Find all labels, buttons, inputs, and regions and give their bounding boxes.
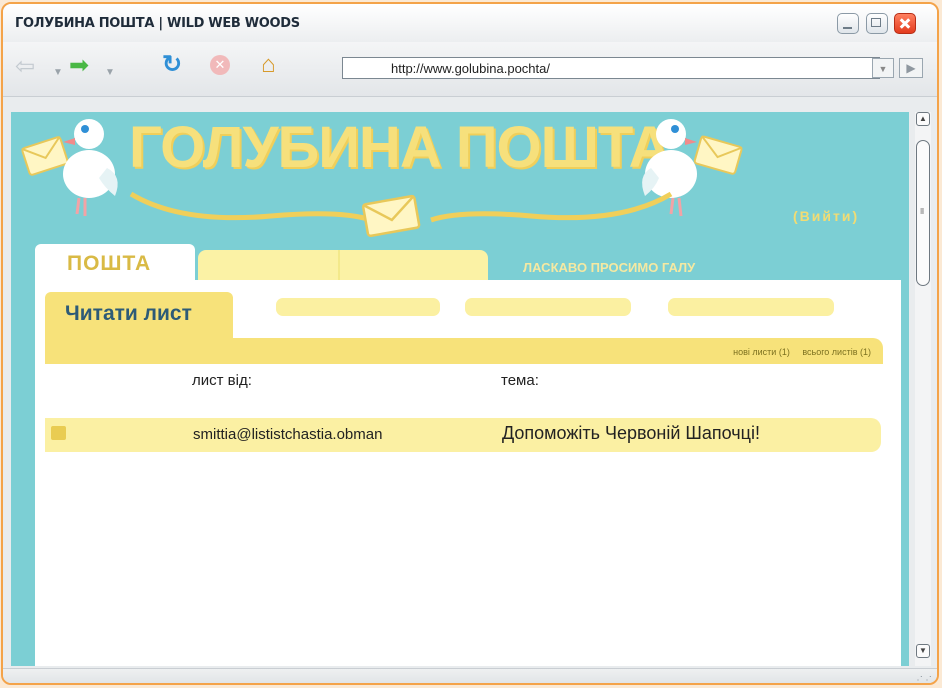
title-bar: ГОЛУБИНА ПОШТА | WILD WEB WOODS (3, 4, 937, 42)
home-icon[interactable]: ⌂ (261, 52, 276, 78)
refresh-icon[interactable]: ↻ (162, 52, 182, 78)
address-bar[interactable]: http://www.golubina.pochta/ (342, 57, 880, 79)
tab-blank[interactable] (198, 250, 488, 280)
site-banner: ГОЛУБИНА ПОШТА (Вийти) (11, 112, 909, 240)
pigeon-left-icon (21, 119, 118, 216)
minimize-button[interactable] (837, 13, 859, 34)
tab-mail-label: ПОШТА (67, 252, 152, 275)
envelope-icon (362, 194, 421, 238)
page-viewport: ГОЛУБИНА ПОШТА (Вийти) ПОШТА ЛАСКАВО ПРО… (11, 112, 909, 666)
mail-sender: smittia@lististchastia.obman (193, 426, 383, 443)
mail-subject: Допоможіть Червоній Шапочці! (502, 423, 760, 443)
vertical-scrollbar[interactable]: ▲ ≡ ≡ ▼ (915, 112, 931, 666)
tab-placeholder-1[interactable] (276, 298, 440, 316)
counter-bar: нові листи (1) всього листів (1) (45, 338, 883, 364)
browser-toolbar: ⇦ ▼ ➡ ▼ ↻ ✕ ⌂ http://www.golubina.pochta… (3, 42, 937, 97)
main-tab-bar: ПОШТА ЛАСКАВО ПРОСИМО ГАЛУ (35, 244, 905, 282)
logout-link[interactable]: (Вийти) (793, 208, 859, 224)
welcome-text: ЛАСКАВО ПРОСИМО ГАЛУ (523, 260, 696, 275)
browser-window: ГОЛУБИНА ПОШТА | WILD WEB WOODS ⇦ ▼ ➡ ▼ … (1, 2, 939, 685)
status-bar: ⋰⋰ (3, 668, 937, 683)
window-title: ГОЛУБИНА ПОШТА | WILD WEB WOODS (15, 16, 300, 31)
forward-dropdown-icon[interactable]: ▼ (105, 60, 115, 86)
stop-icon[interactable]: ✕ (210, 55, 230, 75)
maximize-button[interactable] (866, 13, 888, 34)
mail-counters: нові листи (1) всього листів (1) (723, 347, 871, 357)
go-icon[interactable]: ▶ (899, 58, 923, 78)
tab-read-letter-label: Читати лист (65, 302, 192, 325)
tab-placeholder-3[interactable] (668, 298, 834, 316)
table-row[interactable]: smittia@lististchastia.obman Допоможіть … (45, 418, 881, 452)
total-mail-count[interactable]: всього листів (1) (802, 347, 871, 357)
site-logo: ГОЛУБИНА ПОШТА (129, 115, 671, 180)
back-dropdown-icon[interactable]: ▼ (53, 60, 63, 86)
column-header-from: лист від: (192, 372, 252, 389)
tab-read-letter[interactable]: Читати лист (45, 292, 233, 338)
forward-icon[interactable]: ➡ (69, 53, 89, 79)
scroll-thumb[interactable]: ≡ ≡ (916, 140, 930, 286)
tab-divider (338, 250, 340, 280)
scroll-down-icon[interactable]: ▼ (916, 644, 930, 658)
tab-placeholder-2[interactable] (465, 298, 631, 316)
resize-grip-icon[interactable]: ⋰⋰ (913, 675, 932, 683)
back-icon[interactable]: ⇦ (15, 54, 35, 80)
address-dropdown-icon[interactable]: ▼ (872, 58, 894, 78)
tab-mail[interactable]: ПОШТА (35, 244, 195, 280)
grip-icon: ≡ ≡ (920, 207, 925, 217)
unread-mail-icon (51, 426, 66, 440)
column-header-subject: тема: (501, 372, 539, 389)
new-mail-count[interactable]: нові листи (1) (733, 347, 790, 357)
mail-panel: Читати лист нові листи (1) всього листів… (35, 280, 901, 666)
scroll-up-icon[interactable]: ▲ (916, 112, 930, 126)
close-button[interactable] (894, 13, 916, 34)
url-text: http://www.golubina.pochta/ (391, 61, 550, 76)
